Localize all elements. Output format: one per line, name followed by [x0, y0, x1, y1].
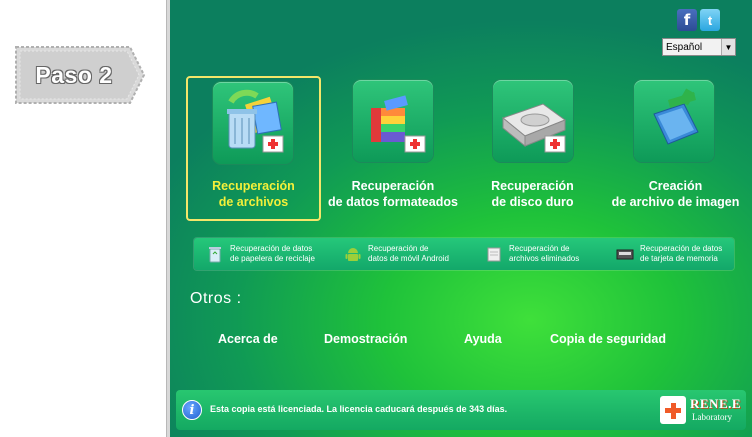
- info-icon: i: [182, 400, 202, 420]
- chevron-down-icon[interactable]: ▼: [721, 39, 735, 55]
- backup-link[interactable]: Copia de seguridad: [550, 332, 666, 346]
- recycle-bin-icon: [209, 247, 221, 263]
- file-recovery-icon: [213, 82, 293, 164]
- app-window: f t Español ▼ Recuperación de archivos R…: [170, 0, 752, 437]
- left-pane: Paso 2: [0, 0, 166, 437]
- tile-file-recovery[interactable]: Recuperación de archivos: [186, 76, 321, 221]
- sub-option-recycle-bin[interactable]: Recuperación de datos de papelera de reci…: [206, 242, 325, 266]
- twitter-icon[interactable]: t: [700, 9, 720, 31]
- tile-label: Recuperación de datos formateados: [328, 179, 458, 209]
- language-selected: Español: [666, 41, 703, 53]
- formatted-data-icon: [353, 80, 433, 162]
- tile-disk-recovery[interactable]: Recuperación de disco duro: [470, 76, 595, 221]
- brand-subtitle: Laboratory: [692, 412, 732, 422]
- tile-label: Recuperación de archivos: [212, 179, 295, 209]
- disk-image-icon: [634, 80, 714, 162]
- sub-option-android[interactable]: Recuperación de datos de móvil Android: [344, 242, 463, 266]
- memory-card-icon: [616, 249, 634, 260]
- brand-cross-icon: [660, 396, 686, 424]
- demo-link[interactable]: Demostración: [324, 332, 407, 346]
- language-select[interactable]: Español ▼: [662, 38, 736, 56]
- deleted-file-icon: [487, 247, 501, 262]
- sub-option-deleted-files[interactable]: Recuperación de archivos eliminados: [485, 242, 604, 266]
- sub-option-memory-card[interactable]: Recuperación de datos de tarjeta de memor…: [616, 242, 735, 266]
- tile-label: Recuperación de disco duro: [491, 179, 574, 209]
- tile-image-create[interactable]: Creación de archivo de imagen: [603, 76, 748, 221]
- android-icon: [345, 248, 361, 261]
- help-link[interactable]: Ayuda: [464, 332, 502, 346]
- sub-options-bar: Recuperación de datos de papelera de reci…: [194, 238, 734, 270]
- hard-disk-icon: [493, 80, 573, 162]
- tile-format-recovery[interactable]: Recuperación de datos formateados: [323, 76, 463, 221]
- brand-name: RENE.E: [690, 396, 742, 411]
- about-link[interactable]: Acerca de: [218, 332, 278, 346]
- step-badge: Paso 2: [12, 43, 148, 107]
- tile-label: Creación de archivo de imagen: [611, 179, 740, 209]
- brand-logo[interactable]: RENE.E Laboratory: [660, 394, 744, 426]
- license-text: Esta copia está licenciada. La licencia …: [210, 404, 508, 414]
- facebook-icon[interactable]: f: [677, 9, 697, 31]
- others-heading: Otros :: [190, 290, 242, 307]
- step-label: Paso 2: [35, 61, 113, 88]
- license-bar: i Esta copia está licenciada. La licenci…: [176, 390, 746, 430]
